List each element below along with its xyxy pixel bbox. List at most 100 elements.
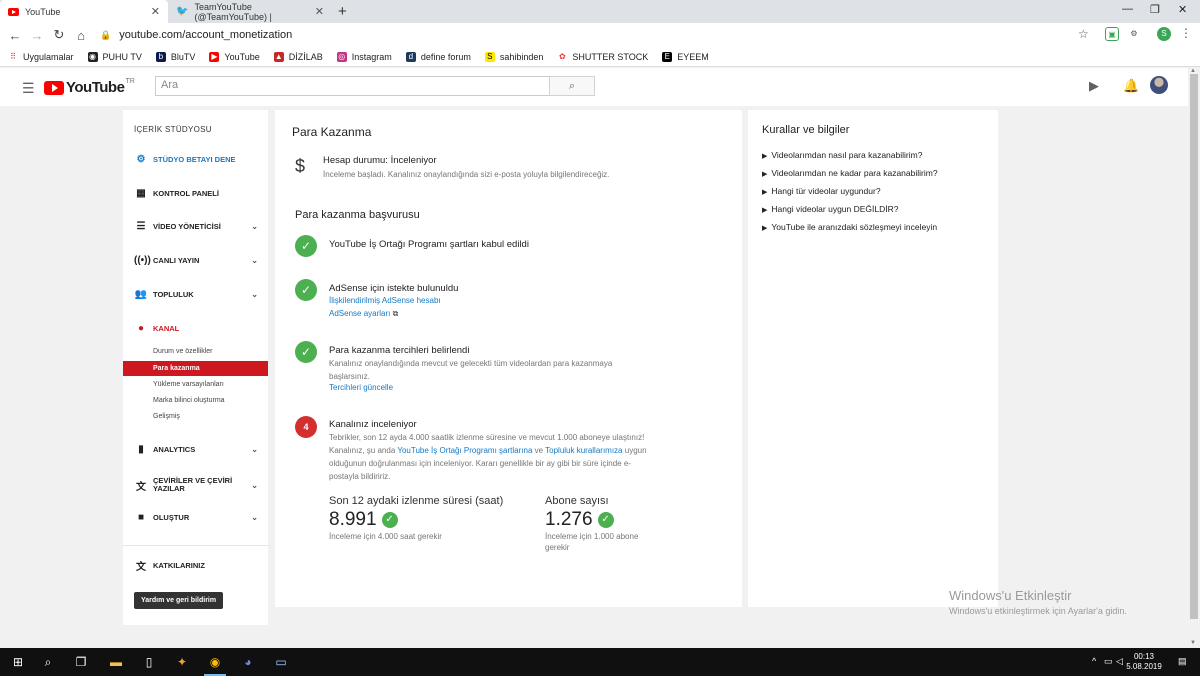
- ypp-terms-link[interactable]: YouTube İş Ortağı Programı şartlarına: [397, 446, 532, 455]
- puhutv-icon: ◉: [87, 51, 98, 62]
- search-button[interactable]: ⌕: [549, 76, 595, 96]
- reload-icon[interactable]: ↻: [48, 27, 70, 43]
- sidebar-subitem-upload-defaults[interactable]: Yükleme varsayılanları: [123, 377, 268, 392]
- youtube-logo[interactable]: YouTube TR: [44, 78, 135, 96]
- windows-start-icon[interactable]: ⊞: [10, 654, 26, 670]
- check-icon: ✓: [295, 341, 317, 363]
- sahibinden-icon: S: [484, 51, 495, 62]
- account-avatar[interactable]: [1150, 76, 1168, 94]
- back-icon[interactable]: ←: [4, 28, 26, 43]
- url-field[interactable]: 🔒 youtube.com/account_monetization: [96, 25, 1096, 45]
- watch-time-value: 8.991 ✓: [329, 509, 398, 531]
- rule-item[interactable]: ▶ Videolarımdan ne kadar para kazanabilir…: [762, 168, 938, 178]
- triangle-right-icon: ▶: [762, 171, 768, 178]
- hamburger-menu-icon[interactable]: ☰: [22, 80, 35, 97]
- rule-item[interactable]: ▶ YouTube ile aranızdaki sözleşmeyi incel…: [762, 222, 937, 232]
- page-title: Para Kazanma: [292, 125, 372, 139]
- step-4-desc: Tebrikler, son 12 ayda 4.000 saatlik izl…: [329, 433, 647, 481]
- sidebar-item-studio-beta[interactable]: ⚙ STÜDYO BETAYI DENE: [123, 151, 268, 167]
- browser-tab-youtube[interactable]: YouTube ✕: [0, 0, 168, 23]
- define-icon: d: [405, 51, 416, 62]
- rule-item[interactable]: ▶ Hangi tür videolar uygundur?: [762, 186, 881, 196]
- lock-icon: 🔒: [100, 29, 112, 40]
- browser-tab-twitter[interactable]: 🐦 TeamYouTube (@TeamYouTube) | ✕: [168, 0, 332, 23]
- sidebar-item-contributions[interactable]: 文 KATKILARINIZ: [123, 557, 268, 573]
- task-view-icon[interactable]: ❐: [73, 654, 89, 670]
- close-tab-icon[interactable]: ✕: [151, 5, 160, 18]
- notifications-bell-icon[interactable]: 🔔: [1123, 78, 1139, 94]
- page-scrollbar[interactable]: ▲ ▼: [1188, 68, 1200, 648]
- discord-icon[interactable]: ◕: [240, 654, 256, 670]
- close-tab-icon[interactable]: ✕: [315, 5, 324, 18]
- search-input[interactable]: Ara: [155, 76, 550, 96]
- sidebar-subitem-monetization[interactable]: Para kazanma: [123, 361, 268, 376]
- browser-menu-icon[interactable]: ⋮: [1180, 26, 1192, 40]
- bookmark-shutterstock[interactable]: ✿ SHUTTER STOCK: [557, 52, 648, 62]
- restore-icon[interactable]: ❐: [1150, 3, 1160, 16]
- community-icon: 👥: [134, 288, 148, 300]
- bookmark-youtube[interactable]: ▶ YouTube: [209, 51, 260, 62]
- network-icon[interactable]: ▭: [1104, 656, 1113, 667]
- bookmark-dizilab[interactable]: ▲ DİZİLAB: [273, 51, 323, 62]
- sidebar-item-create[interactable]: ■ OLUŞTUR ⌄: [123, 509, 268, 525]
- tab-title: TeamYouTube (@TeamYouTube) |: [194, 1, 272, 22]
- extension-icon[interactable]: ⚙: [1127, 27, 1141, 41]
- youtube-play-icon: [44, 80, 64, 95]
- check-icon: ✓: [295, 279, 317, 301]
- file-explorer-icon[interactable]: ▬: [108, 654, 124, 670]
- bookmark-apps[interactable]: ⠿ Uygulamalar: [8, 52, 73, 62]
- app-icon[interactable]: ✦: [174, 654, 190, 670]
- bookmark-define[interactable]: d define forum: [405, 51, 471, 62]
- rule-item[interactable]: ▶ Hangi videolar uygun DEĞİLDİR?: [762, 204, 898, 214]
- youtube-favicon-icon: [8, 7, 19, 16]
- step-4-title: Kanalınız inceleniyor: [329, 419, 417, 430]
- help-feedback-button[interactable]: Yardım ve geri bildirim: [134, 592, 224, 609]
- translate-icon: 文: [136, 481, 146, 493]
- sidebar-item-channel[interactable]: ● KANAL: [123, 320, 268, 336]
- minimize-icon[interactable]: —: [1122, 3, 1133, 15]
- subscribers-label: Abone sayısı: [545, 495, 609, 507]
- search-icon[interactable]: ⌕: [40, 654, 56, 670]
- sidebar-item-community[interactable]: 👥 TOPLULUK ⌄: [123, 286, 268, 302]
- chrome-icon[interactable]: ◉: [207, 654, 223, 670]
- sidebar-item-analytics[interactable]: ▮ ANALYTICS ⌄: [123, 441, 268, 457]
- linked-adsense-link[interactable]: İlişkilendirilmiş AdSense hesabı: [329, 296, 441, 305]
- bookmark-eyeem[interactable]: E EYEEM: [662, 51, 709, 62]
- sidebar-subitem-advanced[interactable]: Gelişmiş: [123, 409, 268, 424]
- bookmark-puhutv[interactable]: ◉ PUHU TV: [87, 51, 142, 62]
- app-icon[interactable]: ▭: [273, 654, 289, 670]
- extension-icon[interactable]: ▣: [1105, 27, 1119, 41]
- profile-avatar[interactable]: S: [1157, 27, 1171, 41]
- close-window-icon[interactable]: ✕: [1178, 3, 1187, 16]
- video-manager-icon: ☰: [136, 220, 146, 232]
- rules-title: Kurallar ve bilgiler: [762, 124, 850, 136]
- sidebar-item-video-manager[interactable]: ☰ VİDEO YÖNETİCİSİ ⌄: [123, 218, 268, 234]
- gear-icon: ⚙: [136, 153, 146, 165]
- taskbar-clock[interactable]: 00:13 5.08.2019: [1124, 652, 1164, 672]
- bookmark-star-icon[interactable]: ☆: [1078, 27, 1089, 41]
- bookmark-sahibinden[interactable]: Ssahibinden: [484, 51, 543, 62]
- bookmark-instagram[interactable]: ◎ Instagram: [336, 51, 392, 62]
- rule-item[interactable]: ▶ Videolarımdan nasıl para kazanabilirim?: [762, 150, 922, 160]
- community-guidelines-link[interactable]: Topluluk kurallarımıza: [545, 446, 622, 455]
- home-icon[interactable]: ⌂: [70, 28, 92, 43]
- volume-icon[interactable]: ◁: [1116, 656, 1123, 667]
- forward-icon[interactable]: →: [26, 28, 48, 43]
- sidebar-subitem-branding[interactable]: Marka bilinci oluşturma: [123, 393, 268, 408]
- adsense-settings-link[interactable]: AdSense ayarları ⧉: [329, 309, 398, 319]
- scrollbar-thumb[interactable]: [1190, 74, 1198, 619]
- sidebar-subitem-status[interactable]: Durum ve özellikler: [123, 344, 268, 359]
- document-icon[interactable]: ▯: [141, 654, 157, 670]
- watch-time-note: İnceleme için 4.000 saat gerekir: [329, 532, 442, 541]
- new-tab-button[interactable]: +: [338, 3, 347, 20]
- tray-chevron-icon[interactable]: ^: [1092, 656, 1096, 666]
- sidebar-item-dashboard[interactable]: ▦ KONTROL PANELİ: [123, 185, 268, 201]
- sidebar-item-translations[interactable]: 文 ÇEVİRİLER VE ÇEVİRİ YAZILAR ⌄: [123, 475, 268, 495]
- sidebar-item-live[interactable]: ((•)) CANLI YAYIN ⌄: [123, 252, 268, 268]
- upload-video-icon[interactable]: ▶: [1089, 78, 1099, 94]
- scroll-down-icon[interactable]: ▼: [1190, 640, 1196, 646]
- notifications-icon[interactable]: ▤: [1178, 656, 1187, 667]
- bookmark-blutv[interactable]: b BluTV: [155, 51, 195, 62]
- sidebar-title: İÇERİK STÜDYOSU: [134, 125, 212, 134]
- update-preferences-link[interactable]: Tercihleri güncelle: [329, 383, 393, 392]
